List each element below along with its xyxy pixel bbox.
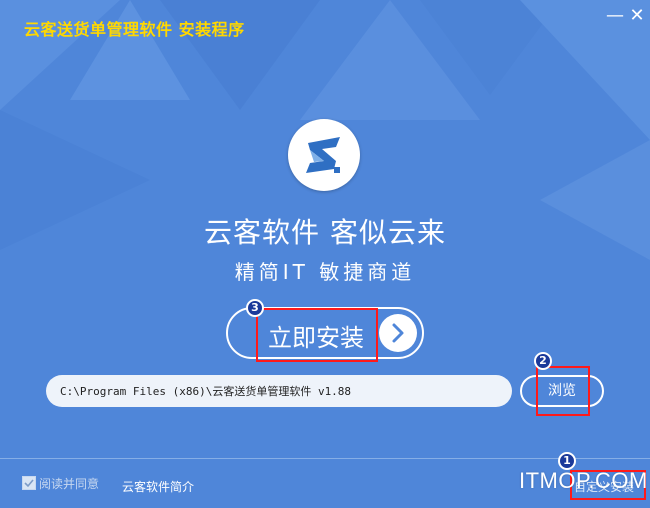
watermark: ITMOP.COM (519, 468, 648, 493)
annotation-badge-3: 3 (246, 299, 264, 317)
annotation-badge-2: 2 (534, 352, 552, 370)
annotation-box-install (256, 308, 378, 362)
close-button[interactable]: ✕ (626, 6, 648, 26)
footer-divider (0, 458, 650, 459)
install-path-input[interactable] (46, 375, 512, 407)
installer-window: 云客送货单管理软件 安装程序 — ✕ 云客软件 客似云来 精简IT 敏捷商道 立… (0, 0, 650, 508)
checkbox-checked-icon (22, 476, 36, 490)
slogan-primary: 云客软件 客似云来 (204, 216, 446, 249)
chevron-right-icon (379, 314, 417, 352)
yunke-logo-icon (288, 119, 360, 191)
software-intro-link[interactable]: 云客软件简介 (122, 478, 194, 495)
agree-label: 阅读并同意 (39, 477, 100, 491)
window-title: 云客送货单管理软件 安装程序 (24, 20, 245, 39)
minimize-button[interactable]: — (604, 6, 626, 26)
slogan-secondary: 精简IT 敏捷商道 (234, 260, 416, 284)
agree-checkbox[interactable]: 阅读并同意 (22, 475, 99, 492)
annotation-box-browse (536, 366, 590, 416)
